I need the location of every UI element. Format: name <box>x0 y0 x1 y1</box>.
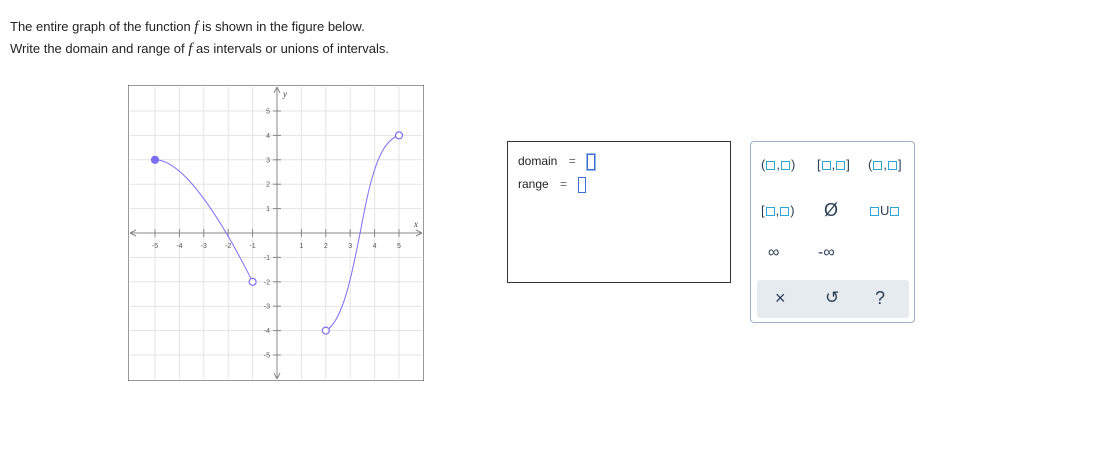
range-row: range = <box>518 177 587 193</box>
answer-box: domain = range = <box>507 141 731 283</box>
slot-icon <box>780 161 790 170</box>
clear-icon[interactable]: × <box>775 288 786 309</box>
help-icon[interactable]: ? <box>875 288 885 309</box>
slot-icon <box>821 161 831 170</box>
domain-equals: = <box>568 154 576 169</box>
y-tick-label: -4 <box>264 328 270 335</box>
range-input[interactable] <box>578 177 587 193</box>
prompt-line-2: Write the domain and range of f as inter… <box>10 38 389 60</box>
palette-toolbar: × ↺ ? <box>757 280 909 318</box>
x-tick-label: 1 <box>299 243 303 250</box>
y-axis-label: y <box>282 89 287 99</box>
y-tick-label: 5 <box>266 109 270 116</box>
domain-input[interactable] <box>587 154 596 170</box>
prompt-text: The entire graph of the function <box>10 19 195 34</box>
closed-open-interval-button[interactable]: [,) <box>761 203 795 218</box>
endpoint-open <box>321 326 330 335</box>
y-tick-label: -1 <box>264 255 270 262</box>
prompt-text: Write the domain and range of <box>10 41 189 56</box>
open-closed-interval-button[interactable]: (,] <box>868 157 902 172</box>
slot-icon <box>765 207 775 216</box>
x-axis-label: x <box>413 219 418 229</box>
prompt-line-1: The entire graph of the function f is sh… <box>10 16 389 38</box>
slot-icon <box>766 161 776 170</box>
closed-closed-interval-button[interactable]: [,] <box>817 157 850 172</box>
slot-icon <box>873 161 883 170</box>
y-tick-label: -2 <box>264 279 270 286</box>
slot-icon <box>836 161 846 170</box>
question-prompt: The entire graph of the function f is sh… <box>10 16 389 60</box>
empty-set-button[interactable]: Ø <box>824 200 838 221</box>
endpoint-open <box>248 277 257 286</box>
y-tick-label: -5 <box>264 353 270 360</box>
x-tick-label: -1 <box>249 243 255 250</box>
infinity-button[interactable]: ∞ <box>768 244 779 262</box>
slot-icon <box>890 207 900 216</box>
range-equals: = <box>560 177 568 192</box>
prompt-text: is shown in the figure below. <box>198 19 365 34</box>
x-tick-label: -5 <box>152 243 158 250</box>
y-tick-label: 1 <box>266 206 270 213</box>
y-tick-label: 4 <box>266 133 270 140</box>
domain-label: domain <box>518 154 558 169</box>
endpoint-closed <box>150 155 160 164</box>
endpoint-open <box>394 131 404 140</box>
domain-row: domain = <box>518 154 596 170</box>
x-tick-label: 4 <box>373 243 377 250</box>
neg-infinity-button[interactable]: -∞ <box>818 244 835 262</box>
math-palette: (,) [,] (,] [,) Ø U ∞ -∞ × ↺ ? <box>750 141 915 323</box>
slot-icon <box>780 207 790 216</box>
slot-icon <box>887 161 897 170</box>
x-tick-label: 5 <box>397 243 401 250</box>
function-graph: -5 -4 -3 -2 -1 1 2 3 4 5 5 4 3 2 1 -1 -2 -3 -4 -5 x y <box>128 85 424 381</box>
undo-icon[interactable]: ↺ <box>825 288 839 308</box>
slot-icon <box>870 207 879 216</box>
x-tick-label: -2 <box>225 243 231 250</box>
range-label: range <box>518 177 549 192</box>
y-tick-label: 2 <box>266 182 270 189</box>
union-button[interactable]: U <box>869 203 900 218</box>
x-tick-label: 2 <box>324 243 328 250</box>
y-tick-label: -3 <box>264 304 270 311</box>
x-tick-label: -4 <box>176 243 182 250</box>
x-tick-label: -3 <box>201 243 207 250</box>
x-tick-label: 3 <box>348 243 352 250</box>
prompt-text: as intervals or unions of intervals. <box>192 41 389 56</box>
open-open-interval-button[interactable]: (,) <box>761 157 795 172</box>
y-tick-label: 3 <box>266 157 270 164</box>
